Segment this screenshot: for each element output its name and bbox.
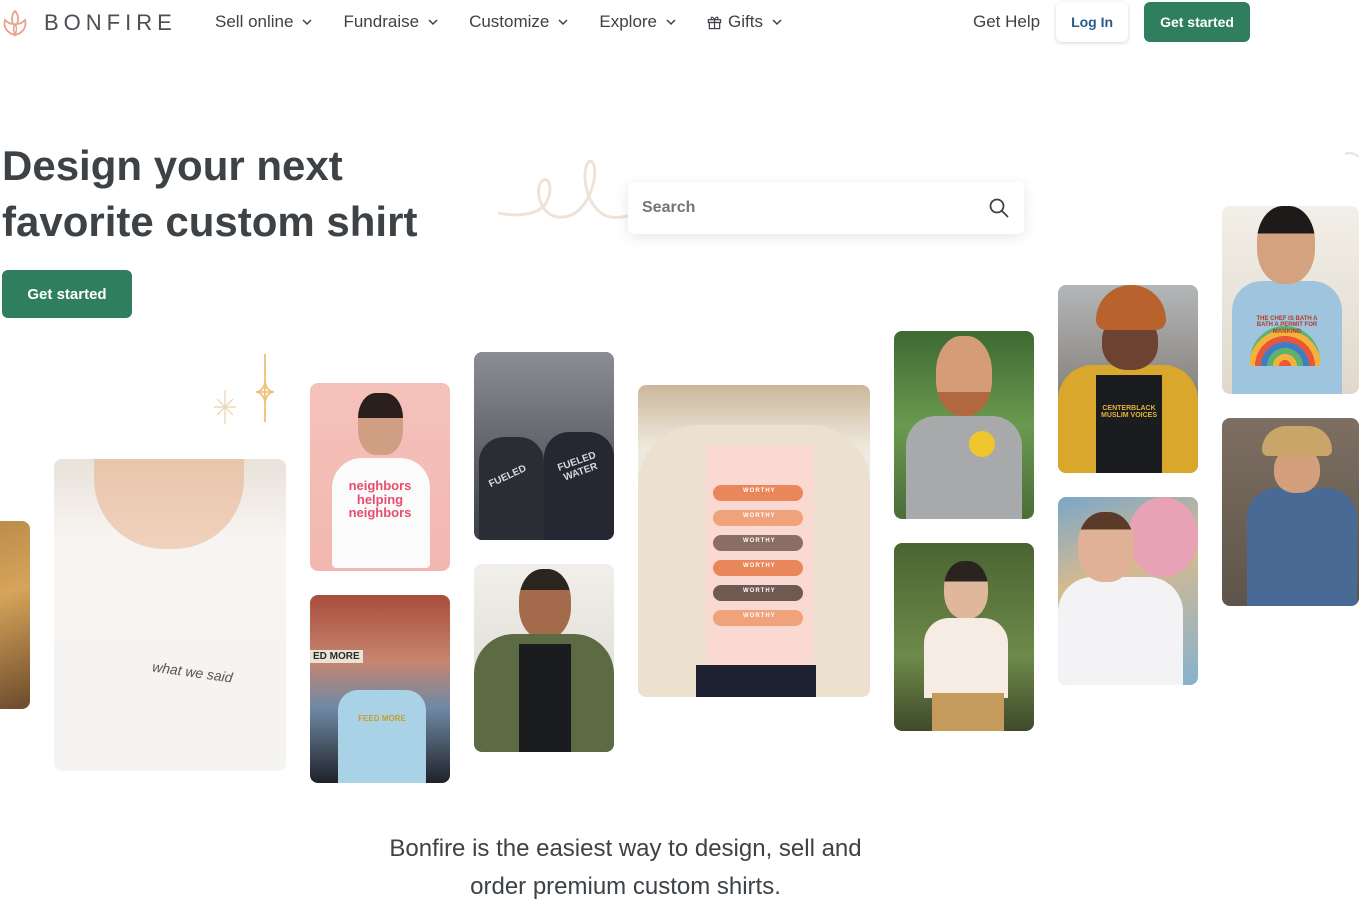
product-photo-hoodie[interactable]: what we said — [54, 459, 286, 771]
person-figure — [944, 561, 988, 619]
get-help-link[interactable]: Get Help — [973, 12, 1040, 32]
login-button[interactable]: Log In — [1056, 2, 1129, 42]
shirt-shape — [544, 432, 614, 540]
person-figure — [519, 569, 571, 639]
mural-shape — [1128, 497, 1198, 577]
chevron-down-icon — [772, 19, 782, 26]
person-figure — [936, 336, 992, 416]
product-photo-fueled-water[interactable]: FUELED FUELED WATER — [474, 352, 614, 540]
hero-title-line: favorite custom shirt — [2, 198, 418, 245]
shirt-print-text: WORTHY — [743, 613, 776, 619]
hat-shape — [1096, 285, 1166, 330]
product-photo-neighbors[interactable]: neighbors helping neighbors — [310, 383, 450, 571]
search-icon[interactable] — [988, 197, 1010, 219]
top-navigation: BONFIRE Sell online Fundraise Customize … — [0, 0, 1359, 44]
menu-fundraise[interactable]: Fundraise — [343, 12, 439, 32]
tagline: Bonfire is the easiest way to design, se… — [0, 830, 1251, 901]
shirt-print-text: WORTHY — [743, 538, 776, 544]
hero-title: Design your next favorite custom shirt — [2, 138, 452, 250]
product-photo-floral-tee[interactable] — [894, 543, 1034, 731]
pants-shape — [696, 665, 816, 697]
sweatshirt-shape — [1247, 488, 1357, 606]
tagline-line: Bonfire is the easiest way to design, se… — [389, 835, 862, 862]
shirt-shape — [706, 445, 814, 670]
chevron-down-icon — [666, 19, 676, 26]
gift-icon — [707, 16, 722, 29]
sweatshirt-shape — [1058, 577, 1183, 685]
product-photo-worthy[interactable]: WORTHY WORTHY WORTHY WORTHY WORTHY WORTHY — [638, 385, 870, 697]
nav-actions: Get Help Log In Get started — [973, 2, 1250, 42]
menu-label: Sell online — [215, 12, 294, 31]
shirt-print — [969, 431, 995, 457]
decorative-squiggle — [498, 159, 638, 219]
menu-label: Fundraise — [343, 12, 420, 31]
person-figure — [94, 459, 244, 549]
product-photo-feed-more[interactable]: ED MORE FEED MORE — [310, 595, 450, 783]
product-photo-centerblack[interactable]: CENTERBLACK MUSLIM VOICES — [1058, 285, 1198, 473]
person-figure — [358, 393, 403, 455]
menu-label: Explore — [599, 12, 658, 31]
shirt-shape — [906, 416, 1022, 519]
tagline-line: order premium custom shirts. — [470, 873, 781, 900]
shirt-shape — [1096, 375, 1162, 473]
pants-shape — [932, 693, 1004, 731]
shirt-print-text: WORTHY — [743, 488, 776, 494]
bonfire-logo-icon — [3, 9, 27, 38]
sparkle-icon — [214, 354, 275, 424]
storefront-sign: ED MORE — [310, 650, 363, 663]
shirt-print-text: CENTERBLACK MUSLIM VOICES — [1100, 405, 1157, 420]
main-menu: Sell online Fundraise Customize Explore … — [215, 12, 783, 32]
chevron-down-icon — [428, 19, 438, 26]
product-photo-kids-tee[interactable]: THE CHEF IS BATH A BATH A PERMIT FOR MAN… — [1222, 206, 1359, 394]
product-photo-sweatshirt[interactable] — [1058, 497, 1198, 685]
shirt-print-text: neighbors helping neighbors — [348, 478, 412, 521]
chevron-down-icon — [302, 19, 312, 26]
menu-label: Gifts — [728, 12, 763, 31]
search-input[interactable] — [642, 199, 988, 217]
menu-explore[interactable]: Explore — [599, 12, 677, 32]
shirt-print-text: WORTHY — [743, 588, 776, 594]
hat-shape — [1262, 426, 1332, 456]
menu-customize[interactable]: Customize — [469, 12, 569, 32]
brand-logo[interactable]: BONFIRE — [0, 8, 177, 38]
hero-title-line: Design your next — [2, 142, 343, 189]
brand-name: BONFIRE — [44, 10, 177, 35]
chevron-down-icon — [558, 19, 568, 26]
hero-get-started-button[interactable]: Get started — [2, 270, 132, 318]
shirt-shape — [338, 690, 426, 783]
decorative-arc — [1345, 152, 1359, 158]
shirt-shape — [479, 437, 544, 540]
shirt-print-text: WORTHY — [743, 563, 776, 569]
shirt-shape — [924, 618, 1008, 698]
product-photo[interactable] — [0, 521, 30, 709]
product-photo-bird-tee[interactable] — [894, 331, 1034, 519]
shirt-print-text: WORTHY — [743, 513, 776, 519]
person-figure — [1257, 206, 1315, 284]
menu-sell-online[interactable]: Sell online — [215, 12, 313, 32]
shirt-print-text: FEED MORE — [358, 714, 406, 723]
search-bar — [628, 182, 1024, 234]
product-photo-leaf-tee[interactable] — [474, 564, 614, 752]
person-figure — [1078, 512, 1134, 582]
menu-gifts[interactable]: Gifts — [707, 12, 783, 32]
menu-label: Customize — [469, 12, 550, 31]
shirt-shape — [519, 644, 571, 752]
nav-get-started-button[interactable]: Get started — [1144, 2, 1250, 42]
shirt-print-text: THE CHEF IS BATH A BATH A PERMIT FOR MAN… — [1256, 316, 1318, 335]
shirt-print-text: what we said — [151, 658, 234, 686]
product-photo-mushroom-sweater[interactable] — [1222, 418, 1359, 606]
